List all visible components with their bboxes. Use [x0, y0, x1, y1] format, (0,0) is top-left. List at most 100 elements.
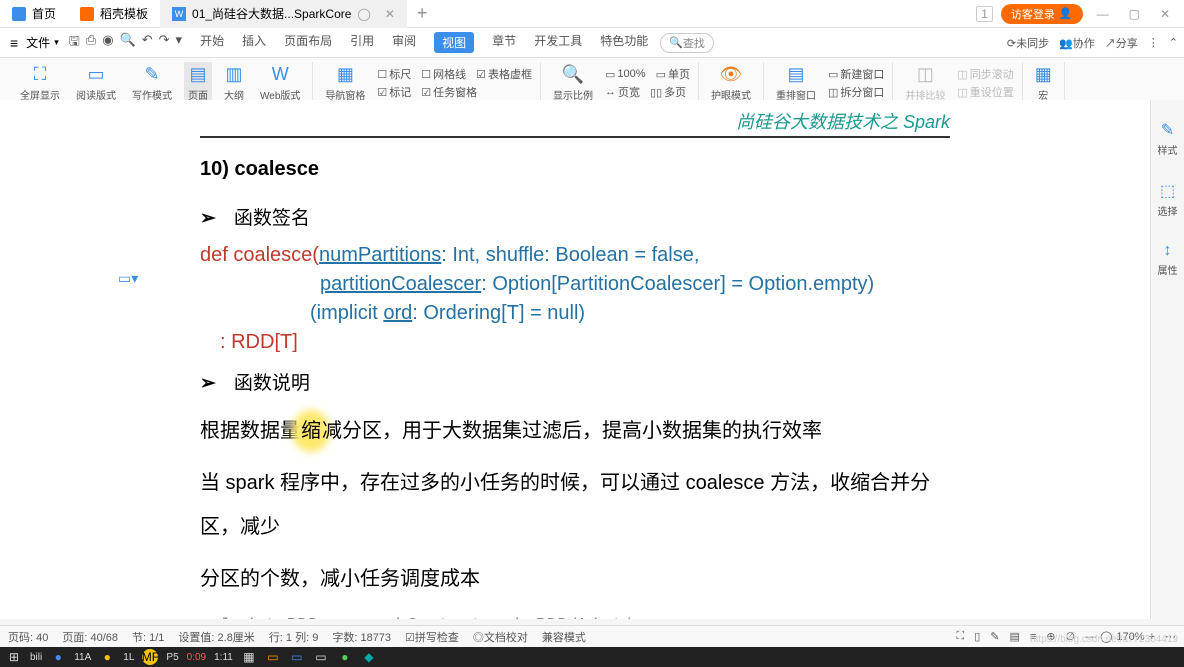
- reading-mode-button[interactable]: ▭阅读版式: [72, 62, 120, 104]
- browser-icon[interactable]: ●: [50, 649, 66, 665]
- outline-mode-button[interactable]: ▥大纲: [220, 62, 248, 104]
- collapse-ribbon-icon[interactable]: ⌃: [1169, 36, 1178, 49]
- code-line-1: def coalesce(numPartitions: Int, shuffle…: [200, 244, 950, 267]
- taskbar-text: P5: [166, 652, 178, 663]
- hamburger-icon[interactable]: ≡: [6, 35, 22, 51]
- status-compat[interactable]: 兼容模式: [542, 629, 586, 645]
- share-button[interactable]: ↗分享: [1105, 35, 1138, 51]
- app-icon-1[interactable]: ▦: [241, 649, 257, 665]
- status-section[interactable]: 节: 1/1: [132, 629, 164, 645]
- section-heading: 10) coalesce: [200, 158, 950, 181]
- tab-review[interactable]: 审阅: [392, 32, 416, 53]
- tab-insert[interactable]: 插入: [242, 32, 266, 53]
- more-menu-icon[interactable]: ⋮: [1148, 36, 1159, 49]
- select-icon: ⬚: [1160, 181, 1175, 201]
- collab-button[interactable]: 👥协作: [1059, 35, 1095, 51]
- status-spellcheck[interactable]: ☑拼写检查: [405, 629, 459, 645]
- markup-checkbox[interactable]: ☑标记: [377, 84, 411, 100]
- ruler-checkbox[interactable]: ☐标尺: [377, 66, 411, 82]
- titlebar: 首页 稻壳模板 W 01_尚硅谷大数据...SparkCore ◯ ✕ + 1 …: [0, 0, 1184, 28]
- print-icon[interactable]: ⎙: [86, 32, 96, 54]
- app-icon-2[interactable]: ▭: [265, 649, 281, 665]
- writing-mode-button[interactable]: ✎写作模式: [128, 62, 176, 104]
- status-rowcol[interactable]: 行: 1 列: 9: [269, 629, 319, 645]
- select-pane-button[interactable]: ⬚选择: [1158, 181, 1178, 218]
- login-button[interactable]: 访客登录👤: [1001, 4, 1083, 24]
- view-icon-3[interactable]: ✎: [990, 630, 999, 643]
- windows-start-icon[interactable]: ⊞: [6, 649, 22, 665]
- app-icon-4[interactable]: ▭: [313, 649, 329, 665]
- close-icon[interactable]: ✕: [385, 7, 395, 21]
- macro-button[interactable]: ▦宏: [1031, 62, 1056, 104]
- compare-button[interactable]: ◫并排比较: [901, 62, 949, 104]
- props-pane-button[interactable]: ↕属性: [1158, 242, 1178, 277]
- status-pages[interactable]: 页面: 40/68: [62, 629, 118, 645]
- eyecare-button[interactable]: 👁护眼模式: [707, 62, 755, 104]
- statusbar: 页码: 40 页面: 40/68 节: 1/1 设置值: 2.8厘米 行: 1 …: [0, 625, 1184, 647]
- more-icon[interactable]: ▾: [176, 32, 183, 54]
- preview-icon[interactable]: ◉: [102, 32, 113, 54]
- document-page: 尚硅谷大数据技术之 Spark 10) coalesce ➢函数签名 def c…: [0, 100, 1150, 619]
- gridlines-checkbox[interactable]: ☐网格线: [421, 66, 466, 82]
- status-wordcount[interactable]: 字数: 18773: [332, 629, 391, 645]
- tab-devtools[interactable]: 开发工具: [534, 32, 582, 53]
- tab-home[interactable]: 首页: [0, 0, 68, 28]
- zoom-button[interactable]: 🔍显示比例: [549, 62, 597, 104]
- undo-icon[interactable]: ↶: [142, 32, 153, 54]
- new-window-button[interactable]: ▭新建窗口: [828, 66, 884, 82]
- taskpane-checkbox[interactable]: ☑任务窗格: [421, 84, 477, 100]
- fullscreen-button[interactable]: ⛶全屏显示: [16, 62, 64, 104]
- close-window-icon[interactable]: ✕: [1154, 5, 1176, 23]
- resetpos-button[interactable]: ◫重设位置: [957, 84, 1013, 100]
- status-page[interactable]: 页码: 40: [8, 629, 48, 645]
- tab-start[interactable]: 开始: [200, 32, 224, 53]
- tab-document[interactable]: W 01_尚硅谷大数据...SparkCore ◯ ✕: [160, 0, 407, 28]
- pagewidth-button[interactable]: ↔页宽: [605, 84, 640, 100]
- app-icon-3[interactable]: ▭: [289, 649, 305, 665]
- sync-status[interactable]: ⟳未同步: [1007, 35, 1049, 51]
- tab-reference[interactable]: 引用: [350, 32, 374, 53]
- maximize-icon[interactable]: ▢: [1123, 5, 1146, 23]
- syncscroll-button[interactable]: ◫同步滚动: [957, 66, 1013, 82]
- paragraph-1: 根据数据量缩减分区，用于大数据集过滤后，提高小数据集的执行效率: [200, 409, 950, 453]
- writing-icon: ✎: [144, 64, 159, 85]
- arrange-windows-button[interactable]: ▤重排窗口: [772, 62, 820, 104]
- search-input[interactable]: 🔍 查找: [660, 33, 714, 53]
- app-icon-5[interactable]: ●: [337, 649, 353, 665]
- tab-view[interactable]: 视图: [434, 32, 474, 53]
- styles-pane-button[interactable]: ✎样式: [1158, 120, 1178, 157]
- view-icon-4[interactable]: ▤: [1009, 630, 1019, 643]
- code-line-2: partitionCoalescer: Option[PartitionCoal…: [320, 273, 950, 296]
- tab-special[interactable]: 特色功能: [600, 32, 648, 53]
- onepage-button[interactable]: ▭单页: [656, 66, 690, 82]
- pencil-icon: ✎: [1161, 120, 1174, 140]
- view-icon-2[interactable]: ▯: [974, 630, 980, 643]
- outline-icon: ▥: [225, 64, 242, 85]
- status-docproof[interactable]: ◎文档校对: [473, 629, 528, 645]
- web-mode-button[interactable]: WWeb版式: [256, 62, 304, 104]
- zoom100-button[interactable]: ▭100%: [605, 66, 646, 82]
- app-icon-6[interactable]: ◆: [361, 649, 377, 665]
- status-pos[interactable]: 设置值: 2.8厘米: [178, 629, 254, 645]
- chevron-down-icon[interactable]: ▾: [54, 37, 59, 48]
- tab-pagelayout[interactable]: 页面布局: [284, 32, 332, 53]
- file-menu[interactable]: 文件: [26, 34, 50, 51]
- props-icon: ↕: [1164, 242, 1172, 260]
- save-icon[interactable]: 🖫: [69, 32, 80, 54]
- navpane-button[interactable]: ▦导航窗格: [321, 62, 369, 104]
- tab-template[interactable]: 稻壳模板: [68, 0, 160, 28]
- tab-section[interactable]: 章节: [492, 32, 516, 53]
- minimize-icon[interactable]: —: [1091, 5, 1115, 23]
- new-tab-button[interactable]: +: [407, 0, 438, 28]
- view-icon-1[interactable]: ⛶: [956, 630, 964, 643]
- preview2-icon[interactable]: 🔍: [120, 32, 136, 54]
- page-mode-button[interactable]: ▤页面: [184, 62, 212, 104]
- taskbar-text: bili: [30, 652, 42, 663]
- web-icon: W: [272, 64, 289, 85]
- redo-icon[interactable]: ↷: [159, 32, 170, 54]
- tableframe-checkbox[interactable]: ☑表格虚框: [476, 66, 532, 82]
- task-icon-mf[interactable]: MF: [142, 649, 158, 665]
- multipage-button[interactable]: ▯▯多页: [650, 84, 686, 100]
- split-window-button[interactable]: ◫拆分窗口: [828, 84, 884, 100]
- task-icon-chrome[interactable]: ●: [99, 649, 115, 665]
